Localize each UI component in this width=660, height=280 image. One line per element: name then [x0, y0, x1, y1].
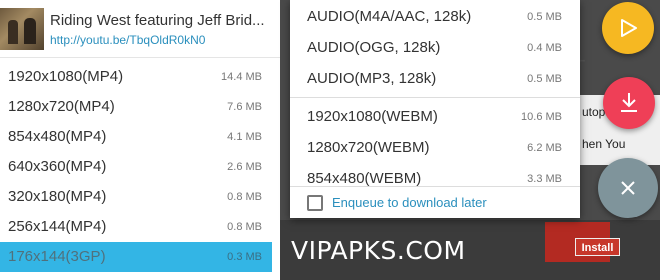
- format-size: 14.4 MB: [221, 71, 262, 83]
- format-size: 7.6 MB: [227, 101, 262, 113]
- background-snippet: utop: [582, 105, 606, 119]
- format-label: 256x144(MP4): [8, 218, 107, 235]
- format-label: 854x480(WEBM): [307, 170, 422, 186]
- format-label: AUDIO(OGG, 128k): [307, 39, 441, 56]
- format-label: 640x360(MP4): [8, 158, 107, 175]
- format-label: 1280x720(WEBM): [307, 139, 430, 156]
- format-item[interactable]: AUDIO(OGG, 128k) 0.4 MB: [290, 32, 580, 63]
- close-icon: [621, 181, 635, 195]
- format-size: 2.6 MB: [227, 161, 262, 173]
- format-item[interactable]: AUDIO(MP3, 128k) 0.5 MB: [290, 63, 580, 94]
- format-label: 1920x1080(MP4): [8, 68, 124, 85]
- thumbnail-figure: [8, 20, 18, 44]
- format-item[interactable]: 854x480(WEBM) 3.3 MB: [290, 163, 580, 186]
- format-item[interactable]: 1920x1080(WEBM) 10.6 MB: [290, 101, 580, 132]
- format-size: 10.6 MB: [521, 111, 562, 123]
- format-item[interactable]: AUDIO(M4A/AAC, 128k) 0.5 MB: [290, 1, 580, 32]
- format-item[interactable]: 256x144(MP4) 0.8 MB: [0, 212, 272, 242]
- format-list: 1920x1080(MP4) 14.4 MB 1280x720(MP4) 7.6 M…: [0, 62, 272, 272]
- background-snippet: hen You: [582, 137, 626, 151]
- download-icon: [621, 93, 637, 112]
- video-thumbnail: [0, 8, 44, 50]
- close-button[interactable]: [598, 158, 658, 218]
- format-label: 1920x1080(WEBM): [307, 108, 438, 125]
- format-label: AUDIO(M4A/AAC, 128k): [307, 8, 472, 25]
- format-size: 0.8 MB: [227, 191, 262, 203]
- video-url-link[interactable]: http://youtu.be/TbqOldR0kN0: [50, 33, 205, 47]
- format-list: AUDIO(M4A/AAC, 128k) 0.5 MB AUDIO(OGG, 12…: [290, 0, 580, 186]
- format-size: 0.8 MB: [227, 221, 262, 233]
- install-button[interactable]: Install: [575, 238, 620, 256]
- play-icon: [621, 19, 637, 37]
- format-label: 854x480(MP4): [8, 128, 107, 145]
- format-item[interactable]: 854x480(MP4) 4.1 MB: [0, 122, 272, 152]
- format-size: 0.3 MB: [227, 251, 262, 263]
- format-item[interactable]: 640x360(MP4) 2.6 MB: [0, 152, 272, 182]
- format-item[interactable]: 1280x720(WEBM) 6.2 MB: [290, 132, 580, 163]
- format-item[interactable]: 1280x720(MP4) 7.6 MB: [0, 92, 272, 122]
- format-size: 4.1 MB: [227, 131, 262, 143]
- watermark: VIPAPKS.COM: [291, 236, 466, 265]
- format-dialog-left: Riding West featuring Jeff Brid... http:…: [0, 0, 280, 280]
- format-size: 0.5 MB: [527, 73, 562, 85]
- format-label: 1280x720(MP4): [8, 98, 115, 115]
- download-button[interactable]: [603, 77, 655, 129]
- video-header: Riding West featuring Jeff Brid... http:…: [0, 0, 280, 58]
- format-item-selected[interactable]: 176x144(3GP) 0.3 MB: [0, 242, 272, 272]
- format-size: 6.2 MB: [527, 142, 562, 154]
- format-label: 320x180(MP4): [8, 188, 107, 205]
- video-title: Riding West featuring Jeff Brid...: [50, 12, 265, 29]
- format-size: 3.3 MB: [527, 173, 562, 185]
- enqueue-row[interactable]: Enqueue to download later: [290, 186, 580, 218]
- section-divider: [290, 97, 580, 98]
- format-size: 0.5 MB: [527, 11, 562, 23]
- format-label: AUDIO(MP3, 128k): [307, 70, 437, 87]
- format-size: 0.4 MB: [527, 42, 562, 54]
- format-dialog-right: AUDIO(M4A/AAC, 128k) 0.5 MB AUDIO(OGG, 12…: [290, 0, 580, 218]
- format-label: 176x144(3GP): [8, 248, 106, 265]
- play-button[interactable]: [602, 2, 654, 54]
- format-item[interactable]: 320x180(MP4) 0.8 MB: [0, 182, 272, 212]
- enqueue-label[interactable]: Enqueue to download later: [332, 195, 487, 210]
- enqueue-checkbox[interactable]: [307, 195, 323, 211]
- format-item[interactable]: 1920x1080(MP4) 14.4 MB: [0, 62, 272, 92]
- thumbnail-figure: [24, 18, 36, 44]
